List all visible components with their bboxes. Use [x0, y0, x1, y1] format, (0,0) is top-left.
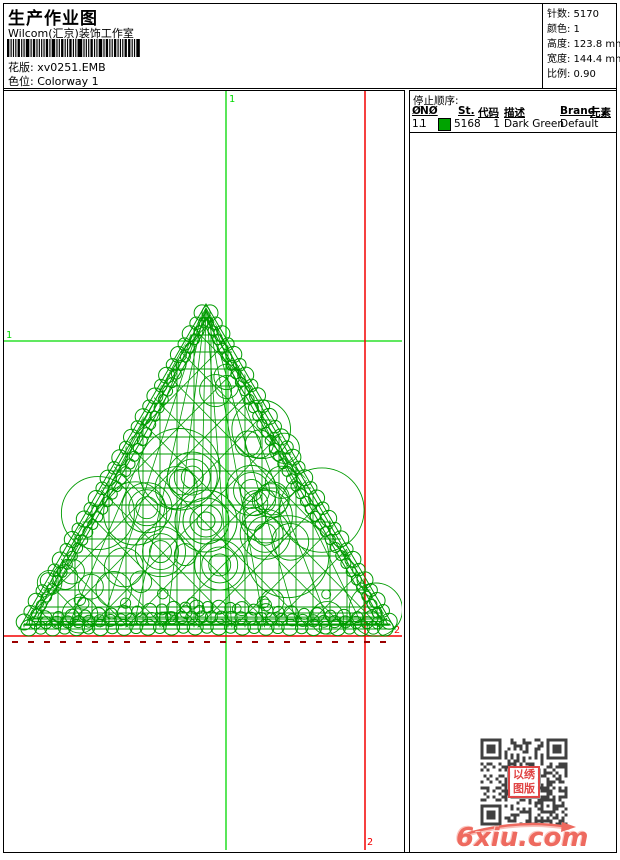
- colorway-value: Colorway 1: [37, 75, 99, 88]
- qr-seal-text-bottom: 图版: [513, 782, 535, 795]
- design-stats: 针数: 5170 颜色: 1 高度: 123.8 mm 宽度: 144.4 mm 比例:…: [542, 4, 620, 88]
- 6xiu-logo[interactable]: 6xiu.com: [454, 817, 589, 853]
- design-canvas: 1122: [4, 90, 405, 853]
- design-barcode-icon: [7, 39, 140, 57]
- svg-text:1: 1: [6, 330, 12, 341]
- qr-seal: 以绣 图版: [508, 766, 540, 798]
- cell-brand: Default: [560, 118, 599, 130]
- column-header-st: St.: [458, 105, 475, 117]
- colorway-label: 色位:: [8, 75, 34, 88]
- stop-sequence-panel: 停止顺序: Ø NØ St. 代码 描述 Brand 元素 1. 1 5168 1 Dark Gre…: [409, 90, 617, 853]
- cell-st: 5168: [454, 118, 481, 130]
- qr-seal-text-top: 以绣: [513, 768, 535, 781]
- header: 生产作业图 Wilcom(汇京)装饰工作室 花版: xv0251.EMB 色位:…: [4, 4, 620, 89]
- worksheet-page: 生产作业图 Wilcom(汇京)装饰工作室 花版: xv0251.EMB 色位:…: [3, 3, 620, 853]
- panel-separator: [410, 132, 617, 133]
- column-header-no: NØ: [420, 105, 438, 117]
- cell-no: 1: [420, 118, 427, 130]
- stat-row: 颜色: 1: [547, 24, 580, 35]
- svg-text:2: 2: [367, 837, 373, 848]
- colorway-field: 色位: Colorway 1: [8, 73, 99, 89]
- site-name: 6xiu.com: [456, 823, 589, 853]
- stat-row: 针数: 5170: [547, 9, 599, 20]
- stat-row: 宽度: 144.4 mm: [547, 54, 620, 65]
- thread-color-chip: [438, 118, 451, 131]
- stat-row: 比例: 0.90: [547, 69, 596, 80]
- embroidery-design: 1122: [4, 91, 402, 850]
- svg-text:1: 1: [229, 94, 235, 105]
- cell-desc: Dark Green: [504, 118, 565, 130]
- cell-code: 1: [493, 118, 500, 130]
- stat-row: 高度: 123.8 mm: [547, 39, 620, 50]
